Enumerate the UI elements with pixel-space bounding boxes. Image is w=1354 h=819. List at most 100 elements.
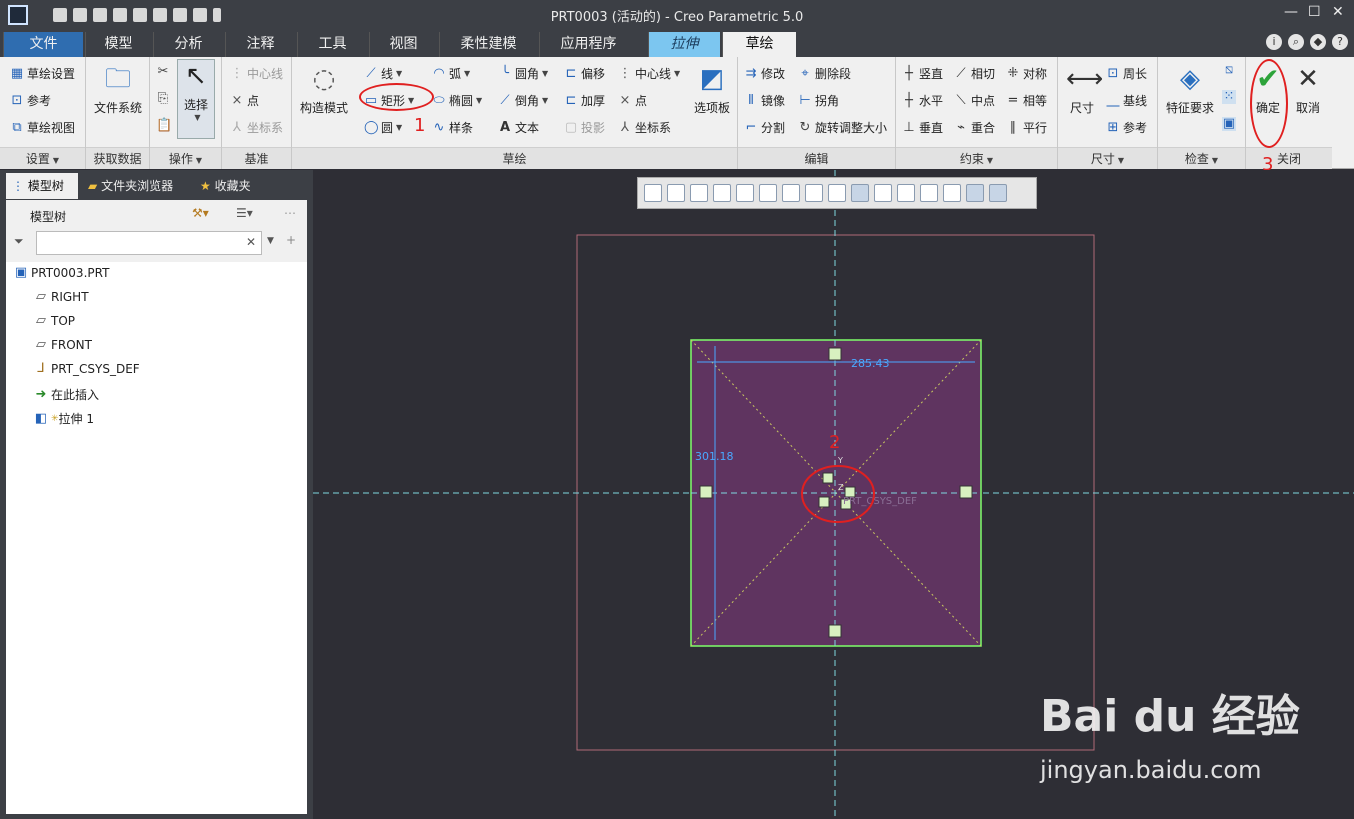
- construction-mode-button[interactable]: ◌ 构造模式: [296, 63, 352, 116]
- sketch-view-button[interactable]: ⧉ 草绘视图: [10, 119, 75, 136]
- learning-icon[interactable]: ◆: [1310, 34, 1326, 50]
- offset-button[interactable]: ⊏ 偏移: [564, 65, 605, 82]
- perspective-icon[interactable]: [805, 184, 823, 202]
- search-icon[interactable]: ⌕: [1288, 34, 1304, 50]
- tab-extrude[interactable]: 拉伸: [648, 32, 720, 57]
- circle-button[interactable]: ◯ 圆 ▼: [364, 119, 402, 136]
- tab-file[interactable]: 文件: [3, 32, 83, 57]
- horizontal-constraint-button[interactable]: ┼ 水平: [902, 92, 943, 109]
- tree-item-right[interactable]: ▱ RIGHT: [34, 290, 89, 305]
- close-button[interactable]: ✕: [1332, 4, 1344, 20]
- feature-requirements-button[interactable]: ◈ 特征要求: [1160, 63, 1220, 116]
- thicken-button[interactable]: ⊏ 加厚: [564, 92, 605, 109]
- tree-item-insert-here[interactable]: ➜ 在此插入: [34, 386, 99, 403]
- spline-button[interactable]: ∿ 样条: [432, 119, 473, 136]
- constraint-display-icon[interactable]: [966, 184, 984, 202]
- filter-icon[interactable]: ⏷: [14, 234, 24, 249]
- display-style-icon[interactable]: [736, 184, 754, 202]
- arc-button[interactable]: ◠ 弧 ▼: [432, 65, 470, 82]
- sketch-setup-button[interactable]: ▦ 草绘设置: [10, 65, 75, 82]
- coincident-constraint-button[interactable]: ⌁ 重合: [954, 119, 995, 136]
- spin-center-icon[interactable]: [874, 184, 892, 202]
- tab-flexible-modeling[interactable]: 柔性建模: [439, 32, 537, 57]
- tab-tools[interactable]: 工具: [297, 32, 367, 57]
- clear-filter-icon[interactable]: ✕: [246, 235, 256, 249]
- info-icon[interactable]: i: [1266, 34, 1282, 50]
- search-input[interactable]: [36, 231, 262, 255]
- chamfer-button[interactable]: ⟋ 倒角 ▼: [498, 92, 548, 109]
- parallel-constraint-button[interactable]: ∥ 平行: [1006, 119, 1047, 136]
- midpoint-constraint-icon[interactable]: [818, 496, 830, 508]
- annotation-display-icon[interactable]: [897, 184, 915, 202]
- settings-icon[interactable]: ⚒▾: [192, 206, 209, 220]
- tree-item-part[interactable]: ▣ PRT0003.PRT: [14, 266, 110, 281]
- shade-closed-loops-icon[interactable]: ▣: [1222, 117, 1239, 131]
- perpendicular-constraint-button[interactable]: ⊥ 垂直: [902, 119, 943, 136]
- tab-view[interactable]: 视图: [369, 32, 437, 57]
- mirror-button[interactable]: ⫴ 镜像: [744, 92, 785, 109]
- horizontal-constraint-icon[interactable]: [828, 624, 842, 638]
- references-button[interactable]: ⊡ 参考: [10, 92, 51, 109]
- add-filter-icon[interactable]: +: [286, 233, 296, 247]
- project-button[interactable]: ▢ 投影: [564, 119, 605, 136]
- midpoint-constraint-icon[interactable]: [822, 472, 834, 484]
- help-icon[interactable]: ?: [1332, 34, 1348, 50]
- width-dimension[interactable]: 285.43: [851, 357, 890, 370]
- zoom-in-icon[interactable]: [667, 184, 685, 202]
- point-button[interactable]: × 点: [618, 92, 647, 109]
- vertical-constraint-icon[interactable]: [959, 485, 973, 499]
- rotate-resize-button[interactable]: ↻ 旋转调整大小: [798, 119, 887, 136]
- tab-annotate[interactable]: 注释: [225, 32, 295, 57]
- section-icon[interactable]: [920, 184, 938, 202]
- tangent-constraint-button[interactable]: ⟋ 相切: [954, 65, 995, 82]
- overlapping-geometry-icon[interactable]: ⧅: [1222, 63, 1239, 77]
- reference-dim-button[interactable]: ⊞ 参考: [1106, 119, 1147, 136]
- centerline-button[interactable]: ⋮ 中心线 ▼: [618, 65, 681, 82]
- tree-item-csys[interactable]: ⅃ PRT_CSYS_DEF: [34, 362, 139, 377]
- show-icon[interactable]: ☰▾: [236, 206, 253, 220]
- detach-icon[interactable]: ⋯: [284, 206, 296, 220]
- vertical-constraint-button[interactable]: ┼ 竖直: [902, 65, 943, 82]
- paste-icon[interactable]: 📋: [156, 119, 173, 133]
- sketch-view-toggle-icon[interactable]: [851, 184, 869, 202]
- zoom-out-icon[interactable]: [690, 184, 708, 202]
- highlight-open-ends-icon[interactable]: ⁙: [1222, 90, 1239, 104]
- datum-point-button[interactable]: × 点: [230, 92, 259, 109]
- group-label-constrain[interactable]: 约束 ▼: [896, 147, 1057, 169]
- tree-item-front[interactable]: ▱ FRONT: [34, 338, 92, 353]
- delete-segment-button[interactable]: ⌖ 删除段: [798, 65, 851, 82]
- dimension-display-icon[interactable]: [943, 184, 961, 202]
- maximize-button[interactable]: ☐: [1308, 4, 1321, 20]
- datum-centerline-button[interactable]: ⋮ 中心线: [230, 65, 284, 82]
- vertex-display-icon[interactable]: [989, 184, 1007, 202]
- tree-item-extrude[interactable]: ◧ ✳ 拉伸 1: [34, 410, 94, 427]
- refit-icon[interactable]: [644, 184, 662, 202]
- datum-display-icon[interactable]: [828, 184, 846, 202]
- select-button[interactable]: ↖ 选择 ▼: [177, 59, 215, 139]
- line-button[interactable]: ⟋ 线 ▼: [364, 65, 402, 82]
- saved-orientations-icon[interactable]: [759, 184, 777, 202]
- dimension-button[interactable]: ⟷ 尺寸: [1062, 63, 1103, 116]
- horizontal-constraint-icon[interactable]: [828, 347, 842, 361]
- filter-dropdown-icon[interactable]: ▼: [267, 236, 274, 246]
- midpoint-constraint-button[interactable]: ⟍ 中点: [954, 92, 995, 109]
- view-manager-icon[interactable]: [782, 184, 800, 202]
- ellipse-button[interactable]: ⬭ 椭圆 ▼: [432, 92, 482, 109]
- height-dimension[interactable]: 301.18: [695, 450, 734, 463]
- text-button[interactable]: A 文本: [498, 119, 539, 136]
- symmetric-constraint-button[interactable]: ⁜ 对称: [1006, 65, 1047, 82]
- fillet-button[interactable]: ╰ 圆角 ▼: [498, 65, 548, 82]
- tab-applications[interactable]: 应用程序: [539, 32, 637, 57]
- group-label-dimension[interactable]: 尺寸 ▼: [1058, 147, 1157, 169]
- tab-folder-browser[interactable]: ▰ 文件夹浏览器: [82, 173, 190, 199]
- cancel-button[interactable]: ✕ 取消: [1290, 63, 1326, 116]
- equal-constraint-button[interactable]: = 相等: [1006, 92, 1047, 109]
- tab-analysis[interactable]: 分析: [153, 32, 223, 57]
- tab-sketch[interactable]: 草绘: [722, 32, 796, 57]
- cut-icon[interactable]: ✂: [156, 65, 173, 79]
- tab-model-tree[interactable]: ⋮ 模型树: [6, 173, 78, 199]
- copy-icon[interactable]: ⎘: [156, 92, 173, 106]
- baseline-button[interactable]: ⎽ 基线: [1106, 92, 1147, 109]
- modify-button[interactable]: ⇉ 修改: [744, 65, 785, 82]
- perimeter-button[interactable]: ⊡ 周长: [1106, 65, 1147, 82]
